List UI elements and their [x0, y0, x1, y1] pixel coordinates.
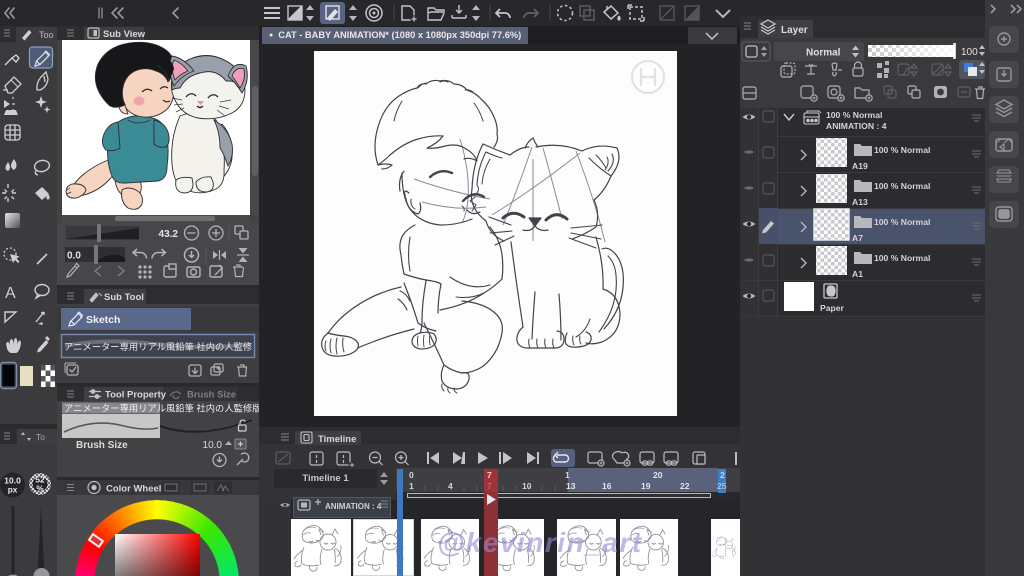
svg-text:43.2: 43.2 — [159, 229, 179, 240]
svg-text:7: 7 — [487, 481, 492, 491]
svg-text:アニメーター専用リアル風鉛筆 社内の人監修: アニメーター専用リアル風鉛筆 社内の人監修 — [64, 341, 253, 352]
svg-text:ANIMATION : 4: ANIMATION : 4 — [826, 121, 887, 131]
svg-text:16: 16 — [602, 481, 612, 491]
svg-text:A7: A7 — [852, 233, 863, 243]
svg-text:0: 0 — [409, 470, 414, 480]
svg-text:A: A — [5, 285, 16, 302]
svg-text:100: 100 — [961, 47, 978, 58]
svg-text:Color Wheel: Color Wheel — [106, 484, 161, 495]
svg-text:Layer: Layer — [781, 25, 808, 36]
svg-text:10.0: 10.0 — [4, 476, 21, 486]
svg-text:Brush Size: Brush Size — [187, 390, 236, 401]
svg-text:52: 52 — [35, 475, 45, 485]
svg-text:1: 1 — [565, 470, 570, 480]
svg-text:100 % Normal: 100 % Normal — [874, 145, 930, 155]
svg-text:100 % Normal: 100 % Normal — [874, 181, 930, 191]
svg-text:2: 2 — [720, 470, 725, 480]
svg-text:20: 20 — [653, 470, 663, 480]
svg-text:7: 7 — [487, 470, 492, 480]
svg-text:To: To — [36, 432, 45, 442]
svg-text:10.0: 10.0 — [203, 440, 223, 451]
svg-text:0.0: 0.0 — [67, 251, 81, 262]
svg-text:19: 19 — [641, 481, 651, 491]
svg-text:Sketch: Sketch — [86, 314, 120, 326]
svg-text:22: 22 — [680, 481, 690, 491]
svg-text:100 % Normal: 100 % Normal — [826, 110, 882, 120]
svg-text:100 % Normal: 100 % Normal — [874, 253, 930, 263]
svg-text:25: 25 — [717, 481, 727, 491]
svg-text:Sub Tool: Sub Tool — [104, 292, 144, 303]
svg-text:Sub View: Sub View — [103, 29, 146, 40]
svg-text:1: 1 — [409, 481, 414, 491]
svg-text:Too: Too — [39, 30, 54, 40]
svg-text:Timeline: Timeline — [318, 434, 356, 445]
svg-text:Paper: Paper — [820, 303, 845, 313]
svg-text:Brush Size: Brush Size — [76, 440, 128, 451]
svg-text:A19: A19 — [852, 161, 868, 171]
svg-text:Tool Property: Tool Property — [105, 390, 167, 401]
svg-text:%: % — [36, 485, 44, 494]
svg-text:10: 10 — [522, 481, 532, 491]
svg-text:100 % Normal: 100 % Normal — [874, 217, 930, 227]
svg-text:13: 13 — [566, 481, 576, 491]
svg-text:Normal: Normal — [806, 48, 841, 59]
svg-text:アニメーター専用リアル風鉛筆 社内の人監修版: アニメーター専用リアル風鉛筆 社内の人監修版 — [64, 403, 259, 414]
svg-text:4: 4 — [448, 481, 453, 491]
svg-text:px: px — [8, 486, 18, 495]
svg-text:A13: A13 — [852, 197, 868, 207]
svg-text:ANIMATION : 4: ANIMATION : 4 — [325, 502, 382, 511]
svg-text:A1: A1 — [852, 269, 863, 279]
